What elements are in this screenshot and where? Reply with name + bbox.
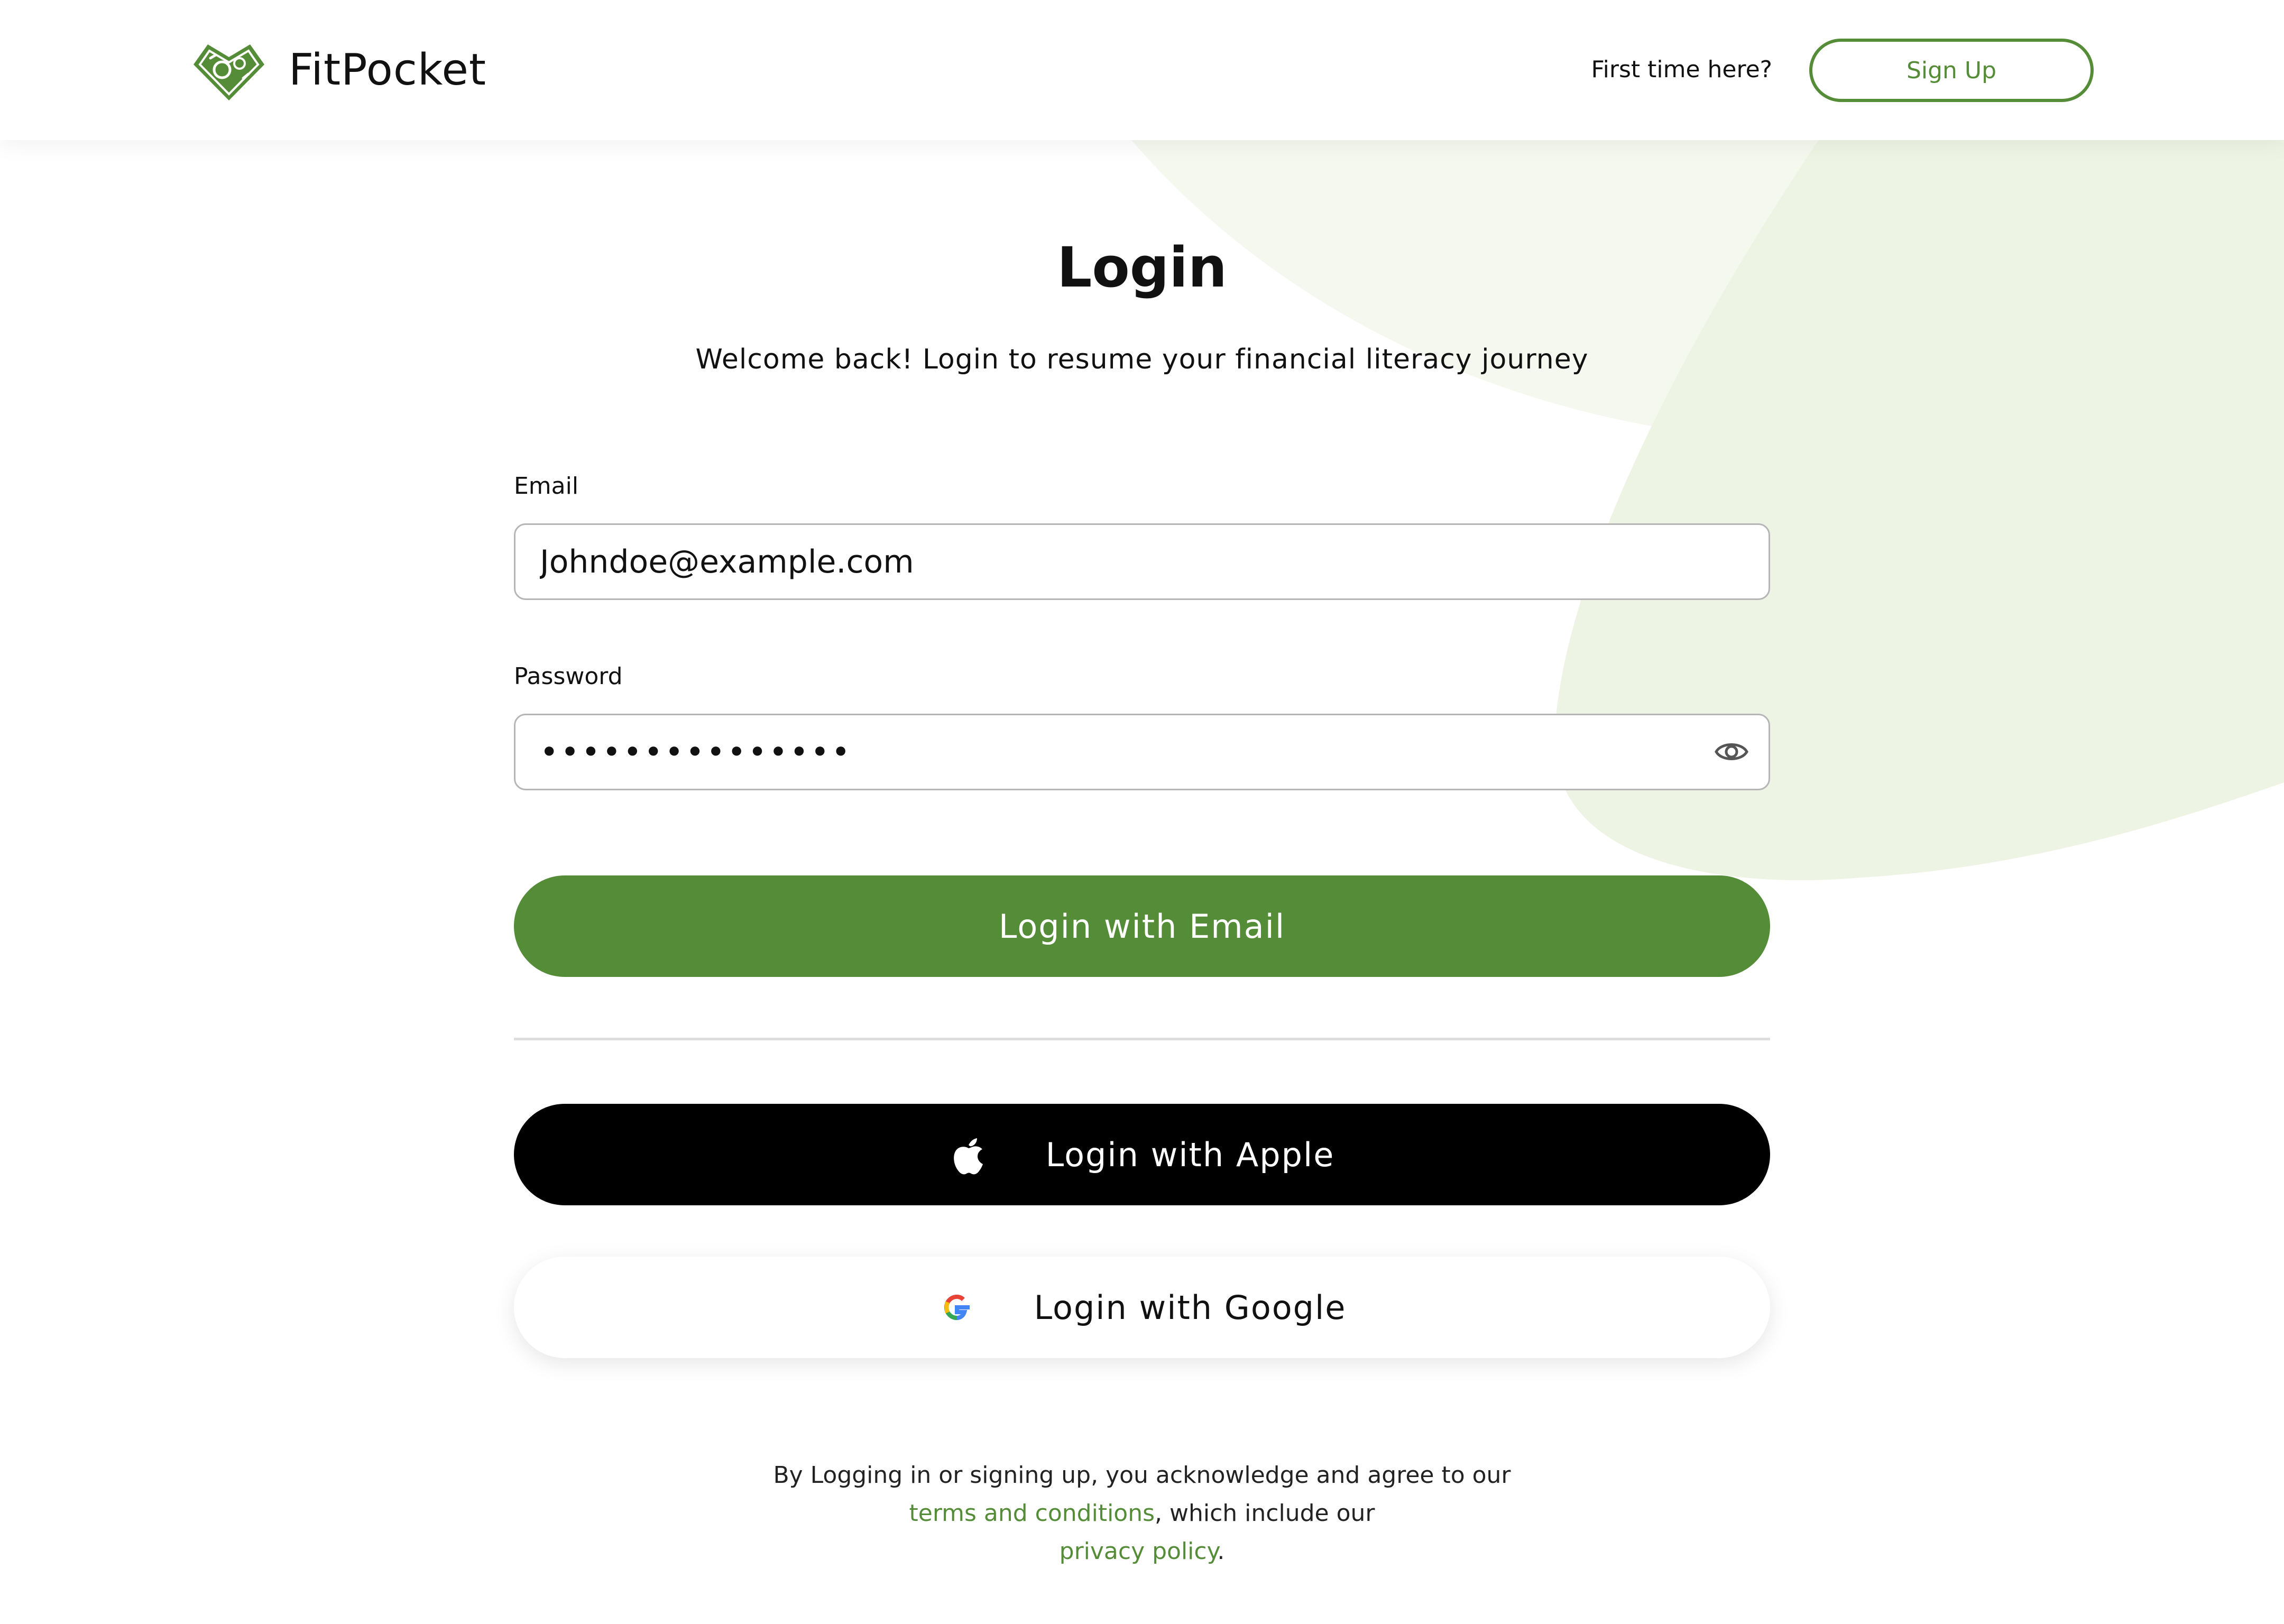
legal-notice: By Logging in or signing up, you acknowl… bbox=[773, 1462, 1511, 1565]
first-time-text: First time here? bbox=[1591, 56, 1772, 83]
apple-icon bbox=[950, 1133, 988, 1176]
login-with-google-button[interactable]: Login with Google bbox=[514, 1257, 1770, 1358]
password-label: Password bbox=[514, 663, 623, 690]
page-title: Login bbox=[1057, 235, 1227, 300]
email-label: Email bbox=[514, 473, 579, 500]
email-field-wrap bbox=[514, 523, 1770, 600]
page-subtitle: Welcome back! Login to resume your finan… bbox=[695, 344, 1589, 375]
login-form: Email Password bbox=[514, 470, 1770, 790]
login-with-google-label: Login with Google bbox=[1034, 1288, 1347, 1327]
brand[interactable]: FitPocket bbox=[189, 37, 486, 103]
divider bbox=[514, 1038, 1770, 1040]
login-main: Login Welcome back! Login to resume your… bbox=[0, 140, 2284, 1624]
eye-icon[interactable] bbox=[1714, 736, 1749, 768]
sign-up-button[interactable]: Sign Up bbox=[1809, 39, 2094, 102]
password-field[interactable] bbox=[514, 714, 1770, 790]
login-with-apple-button[interactable]: Login with Apple bbox=[514, 1104, 1770, 1205]
email-field[interactable] bbox=[514, 523, 1770, 600]
terms-link[interactable]: terms and conditions bbox=[909, 1500, 1155, 1527]
top-nav: FitPocket First time here? Sign Up bbox=[0, 0, 2284, 140]
password-field-wrap bbox=[514, 714, 1770, 790]
login-with-apple-label: Login with Apple bbox=[1045, 1135, 1335, 1174]
brand-name: FitPocket bbox=[289, 45, 487, 95]
privacy-link[interactable]: privacy policy bbox=[1060, 1538, 1218, 1565]
money-heart-logo-icon bbox=[194, 44, 264, 100]
login-with-email-button[interactable]: Login with Email bbox=[514, 875, 1770, 977]
google-icon bbox=[938, 1286, 976, 1328]
login-page: FitPocket First time here? Sign Up Login… bbox=[0, 0, 2284, 1624]
login-with-email-label: Login with Email bbox=[998, 907, 1286, 946]
